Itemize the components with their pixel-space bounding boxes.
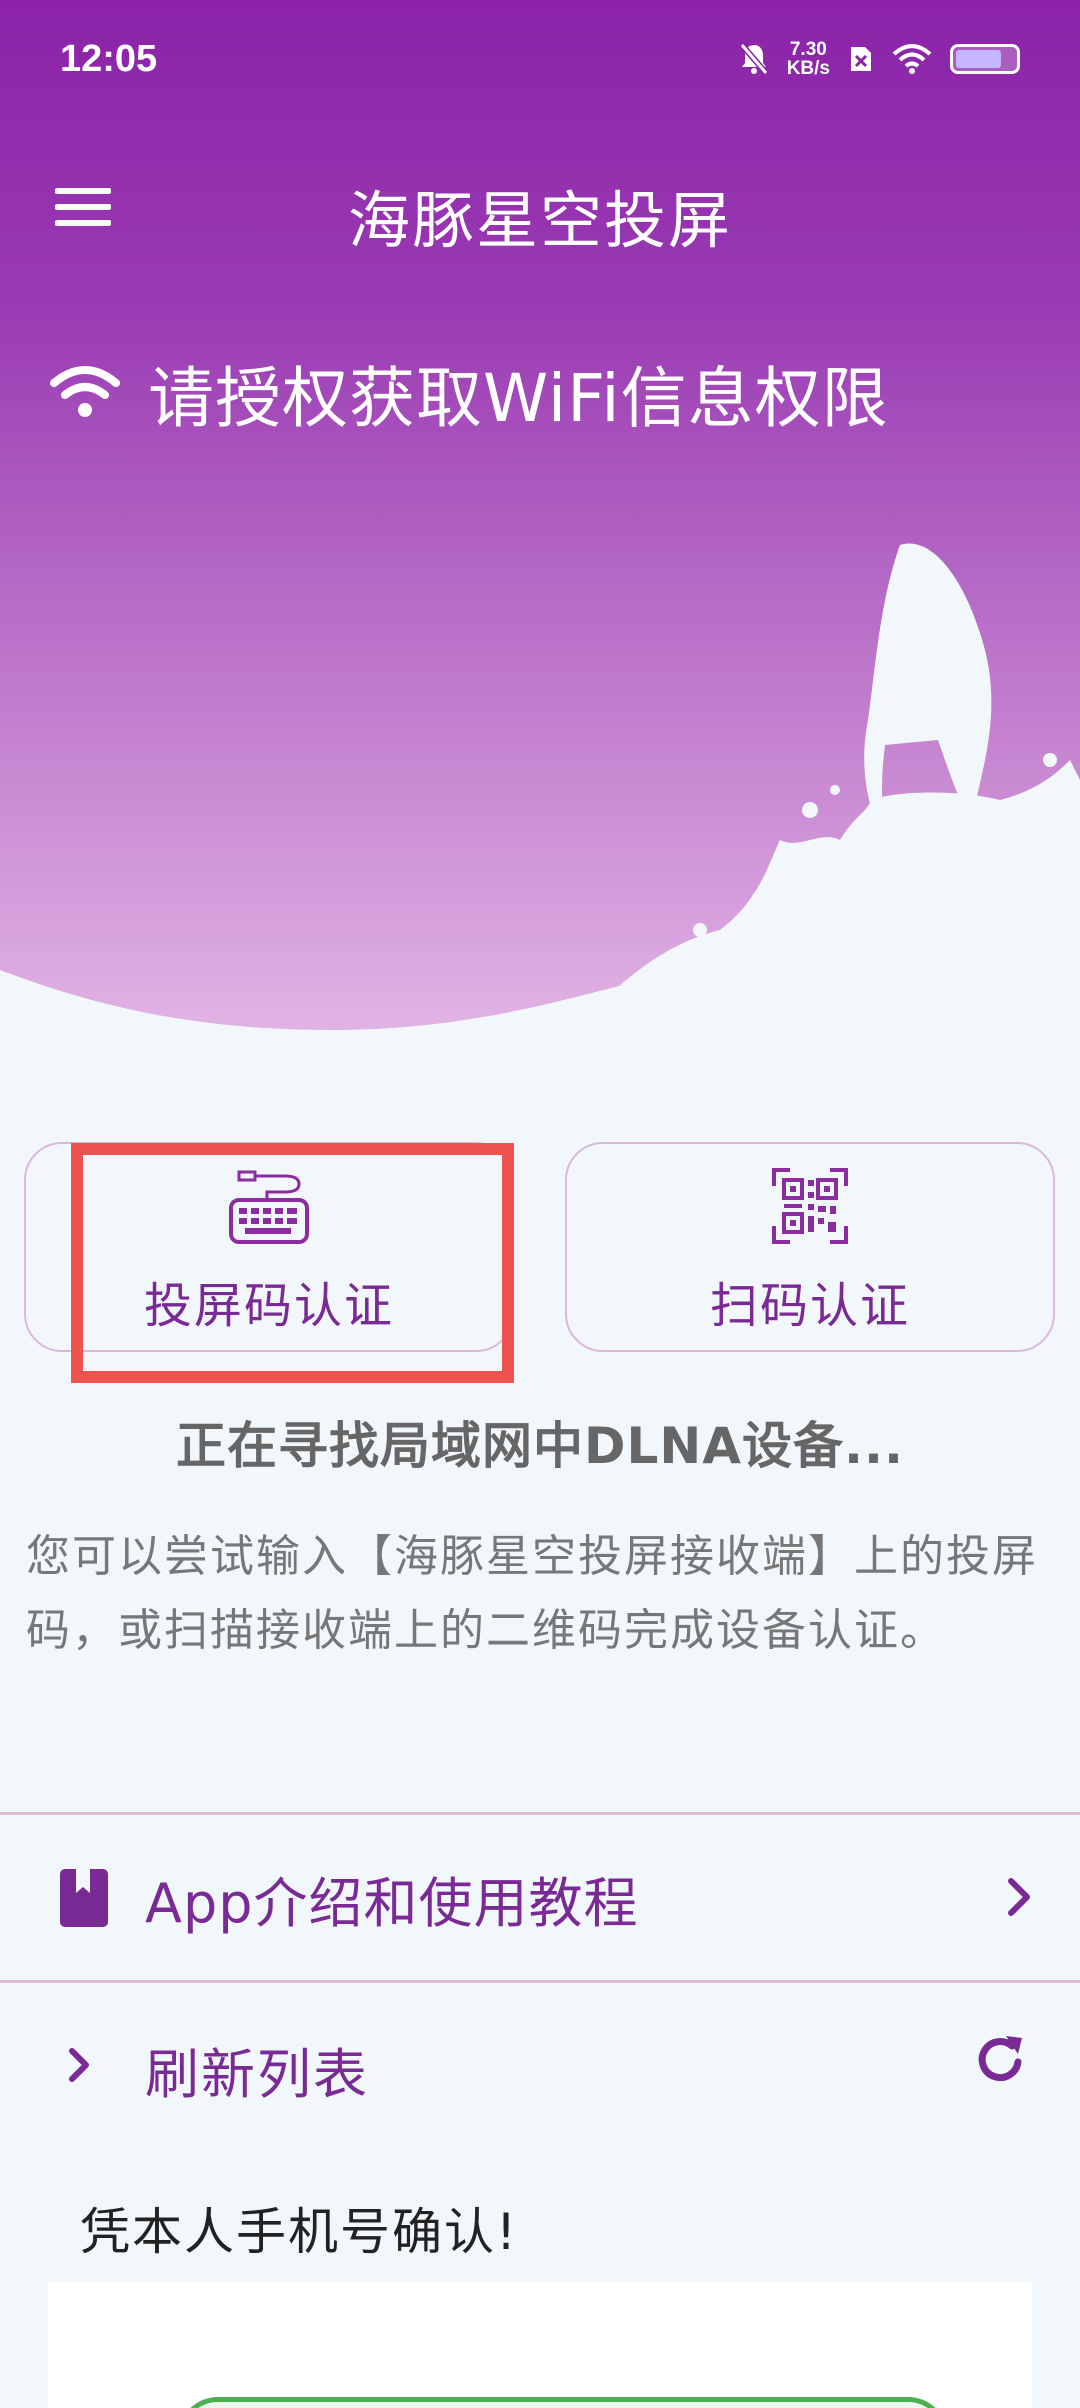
book-icon (60, 1869, 108, 1927)
mute-icon (739, 43, 768, 75)
phone-confirm-text: 凭本人手机号确认! (80, 2203, 519, 2261)
confirm-button[interactable] (178, 2397, 948, 2408)
highlight-annotation-box (71, 1143, 514, 1383)
net-speed: 7.30 KB/s (786, 39, 830, 79)
app-title: 海豚星空投屏 (347, 184, 732, 257)
wifi-icon (50, 366, 120, 417)
divider (0, 1980, 1080, 1983)
phone-confirm-card (48, 2282, 1032, 2408)
status-time: 12:05 (60, 38, 158, 80)
wifi-permission-prompt[interactable]: 请授权获取WiFi信息权限 (50, 345, 889, 441)
sim-icon (851, 47, 871, 71)
refresh-list-label: 刷新列表 (145, 2043, 369, 2106)
refresh-icon[interactable] (972, 2032, 1028, 2088)
wifi-permission-text: 请授权获取WiFi信息权限 (148, 360, 889, 437)
scan-code-auth-button[interactable]: 扫码认证 (565, 1142, 1055, 1352)
app-bar: 海豚星空投屏 (0, 140, 1080, 270)
scan-code-auth-label: 扫码认证 (709, 1278, 910, 1334)
app-intro-row[interactable]: App介绍和使用教程 (0, 1815, 1080, 1983)
chevron-right-icon (1008, 1878, 1030, 1916)
qr-code-icon (772, 1168, 848, 1244)
hint-text: 您可以尝试输入【海豚星空投屏接收端】上的投屏码，或扫描接收端上的二维码完成设备认… (26, 1531, 1038, 1656)
app-intro-label: App介绍和使用教程 (145, 1872, 639, 1935)
status-bar: 12:05 7.30 KB/s (0, 0, 1080, 130)
battery-icon (950, 44, 1020, 74)
chevron-right-icon (69, 2048, 89, 2082)
searching-status: 正在寻找局域网中DLNA设备... (176, 1417, 904, 1475)
refresh-list-row[interactable]: 刷新列表 (0, 1990, 1080, 2140)
status-icons: 7.30 KB/s (739, 40, 1020, 78)
wifi-signal-icon (892, 44, 932, 74)
